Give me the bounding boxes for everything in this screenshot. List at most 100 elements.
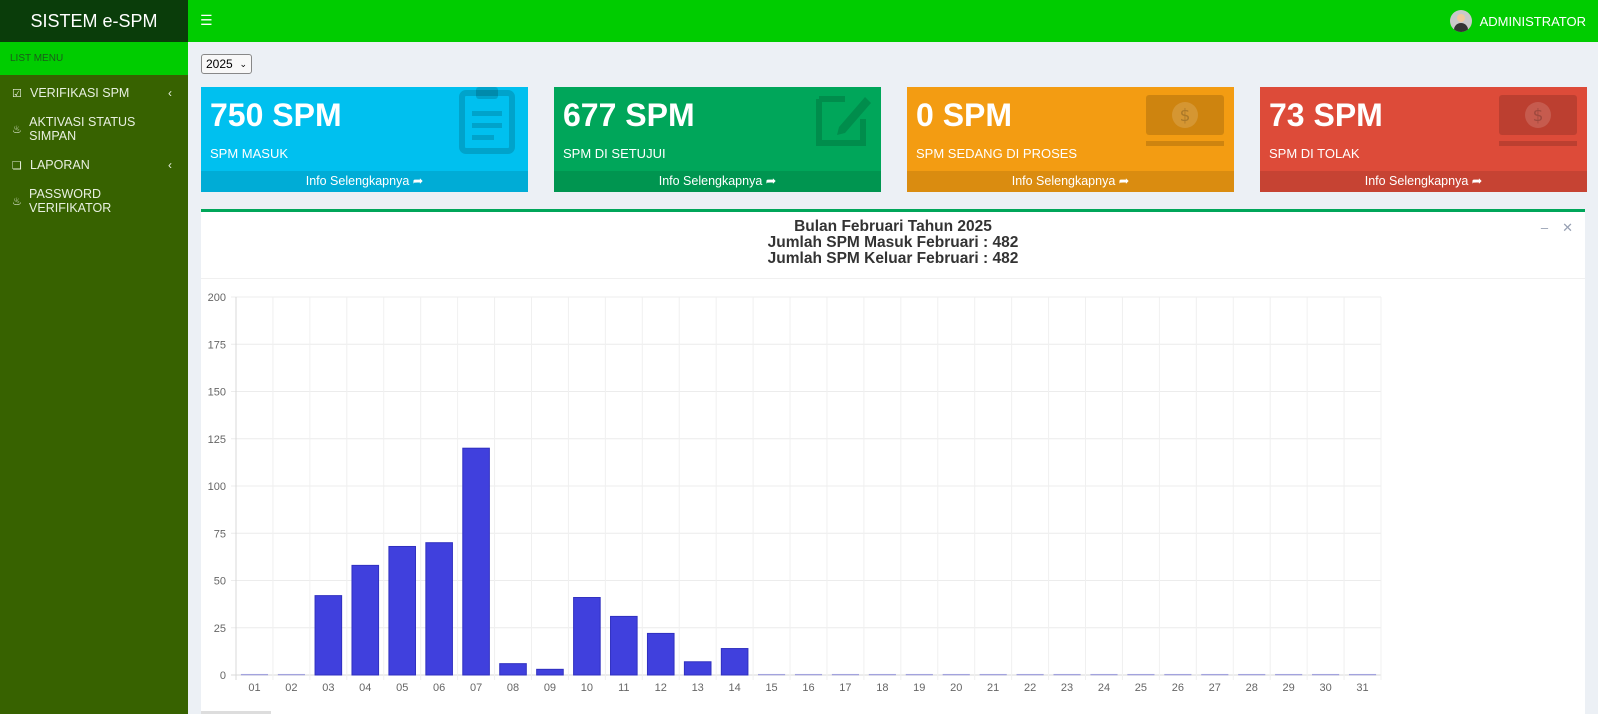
chart-bar bbox=[1053, 673, 1081, 676]
info-link-label: Info Selengkapnya bbox=[1364, 174, 1469, 188]
info-box-spm-masuk: 750 SPM SPM MASUK Info Selengkapnya ➦ bbox=[201, 87, 528, 192]
info-link[interactable]: Info Selengkapnya ➦ bbox=[907, 171, 1234, 192]
info-link[interactable]: Info Selengkapnya ➦ bbox=[554, 171, 881, 192]
chevron-left-icon: ‹ bbox=[168, 86, 172, 100]
svg-text:$: $ bbox=[1180, 106, 1191, 126]
info-link-label: Info Selengkapnya bbox=[305, 174, 410, 188]
y-tick-label: 200 bbox=[208, 292, 226, 304]
chart-bar bbox=[314, 595, 343, 676]
x-tick-label: 24 bbox=[1098, 682, 1110, 694]
app-logo[interactable]: SISTEM e-SPM bbox=[0, 0, 188, 42]
x-tick-label: 31 bbox=[1356, 682, 1368, 694]
x-tick-label: 14 bbox=[729, 682, 741, 694]
fire-icon: ♨ bbox=[12, 123, 22, 136]
info-box-spm-disetujui: 677 SPM SPM DI SETUJUI Info Selengkapnya… bbox=[554, 87, 881, 192]
sidebar-item-verifikasi-spm[interactable]: ☑ VERIFIKASI SPM ‹ bbox=[0, 75, 188, 111]
box-value: 677 SPM bbox=[563, 97, 695, 133]
y-tick-label: 75 bbox=[214, 528, 226, 540]
avatar bbox=[1449, 10, 1472, 32]
sidebar-item-label: LAPORAN bbox=[30, 158, 90, 172]
app-title: SISTEM e-SPM bbox=[30, 10, 158, 31]
box-label: SPM SEDANG DI PROSES bbox=[916, 146, 1078, 161]
y-tick-label: 175 bbox=[208, 339, 226, 351]
x-tick-label: 27 bbox=[1209, 682, 1221, 694]
box-value: 73 SPM bbox=[1269, 97, 1383, 133]
edit-icon bbox=[816, 96, 871, 146]
y-tick-label: 50 bbox=[214, 576, 226, 588]
box-value: 750 SPM bbox=[210, 97, 342, 133]
x-tick-label: 08 bbox=[507, 682, 519, 694]
check-square-icon: ☑ bbox=[12, 87, 22, 100]
chart-bar bbox=[683, 661, 712, 676]
chart-bar bbox=[646, 632, 675, 676]
chart-bar bbox=[1275, 673, 1303, 676]
box-label: SPM DI TOLAK bbox=[1269, 146, 1360, 161]
sidebar-item-label: VERIFIKASI SPM bbox=[30, 86, 130, 100]
chart-panel: Bulan Februari Tahun 2025 Jumlah SPM Mas… bbox=[201, 209, 1585, 714]
x-tick-label: 23 bbox=[1061, 682, 1073, 694]
info-link[interactable]: Info Selengkapnya ➦ bbox=[201, 171, 528, 192]
sidebar-header: LIST MENU bbox=[0, 42, 188, 75]
x-tick-label: 05 bbox=[396, 682, 408, 694]
x-tick-label: 29 bbox=[1283, 682, 1295, 694]
chart-bar bbox=[1238, 673, 1266, 676]
x-tick-label: 20 bbox=[950, 682, 962, 694]
hamburger-icon[interactable]: ☰ bbox=[200, 13, 213, 27]
chart-bar bbox=[1348, 673, 1377, 676]
chart-bar bbox=[1201, 673, 1229, 676]
x-tick-label: 25 bbox=[1135, 682, 1147, 694]
user-menu[interactable]: ADMINISTRATOR bbox=[1449, 10, 1586, 32]
x-tick-label: 11 bbox=[618, 682, 629, 694]
chart-bar bbox=[1090, 673, 1118, 676]
fire-icon: ♨ bbox=[12, 195, 22, 208]
box-label: SPM MASUK bbox=[210, 146, 289, 161]
year-select[interactable]: 2025 ⌄ bbox=[201, 54, 252, 74]
x-tick-label: 28 bbox=[1246, 682, 1258, 694]
chart-bar bbox=[794, 673, 823, 676]
box-label: SPM DI SETUJUI bbox=[563, 146, 666, 161]
x-tick-label: 15 bbox=[765, 682, 777, 694]
arrow-circle-right-icon: ➦ bbox=[412, 174, 424, 188]
sidebar-item-laporan[interactable]: ❏ LAPORAN ‹ bbox=[0, 147, 188, 183]
chart-bar bbox=[1016, 673, 1044, 676]
chart-bar bbox=[536, 668, 564, 676]
x-tick-label: 03 bbox=[322, 682, 334, 694]
arrow-circle-right-icon: ➦ bbox=[1118, 174, 1130, 188]
x-tick-label: 04 bbox=[359, 682, 371, 694]
chart-bar bbox=[1164, 673, 1192, 676]
chart-bar bbox=[979, 673, 1007, 676]
chart-bar bbox=[573, 597, 601, 676]
x-tick-label: 06 bbox=[433, 682, 445, 694]
x-tick-label: 26 bbox=[1172, 682, 1184, 694]
x-tick-label: 07 bbox=[470, 682, 482, 694]
chart-bar bbox=[720, 648, 749, 676]
sidebar-item-password-verifikator[interactable]: ♨ PASSWORD VERIFIKATOR bbox=[0, 183, 188, 219]
sidebar: LIST MENU ☑ VERIFIKASI SPM ‹ ♨ AKTIVASI … bbox=[0, 42, 188, 714]
x-tick-label: 12 bbox=[655, 682, 667, 694]
chart-bar bbox=[868, 673, 896, 676]
chart-bar bbox=[388, 545, 417, 676]
chevron-down-icon: ⌄ bbox=[239, 58, 247, 69]
info-box-spm-diproses: $ 0 SPM SPM SEDANG DI PROSES Info Seleng… bbox=[907, 87, 1234, 192]
chart-bar bbox=[277, 673, 305, 676]
info-link[interactable]: Info Selengkapnya ➦ bbox=[1260, 171, 1587, 192]
y-tick-label: 25 bbox=[214, 623, 226, 635]
svg-text:$: $ bbox=[1533, 106, 1544, 126]
chart-bar bbox=[425, 542, 453, 676]
chart-bar bbox=[462, 447, 490, 676]
sidebar-item-aktivasi-status-simpan[interactable]: ♨ AKTIVASI STATUS SIMPAN bbox=[0, 111, 188, 147]
chart-bar bbox=[831, 673, 859, 676]
x-tick-label: 13 bbox=[692, 682, 704, 694]
x-tick-label: 17 bbox=[839, 682, 851, 694]
info-box-spm-ditolak: $ 73 SPM SPM DI TOLAK Info Selengkapnya … bbox=[1260, 87, 1587, 192]
info-link-label: Info Selengkapnya bbox=[658, 174, 763, 188]
copy-icon: ❏ bbox=[12, 159, 22, 172]
chart-bar bbox=[942, 673, 970, 676]
y-tick-label: 0 bbox=[220, 670, 226, 682]
x-tick-label: 02 bbox=[285, 682, 297, 694]
sidebar-item-label: AKTIVASI STATUS SIMPAN bbox=[29, 115, 136, 143]
money-icon: $ bbox=[1499, 95, 1577, 146]
year-select-value: 2025 bbox=[206, 57, 233, 71]
arrow-circle-right-icon: ➦ bbox=[1471, 174, 1483, 188]
y-tick-label: 100 bbox=[208, 481, 226, 493]
